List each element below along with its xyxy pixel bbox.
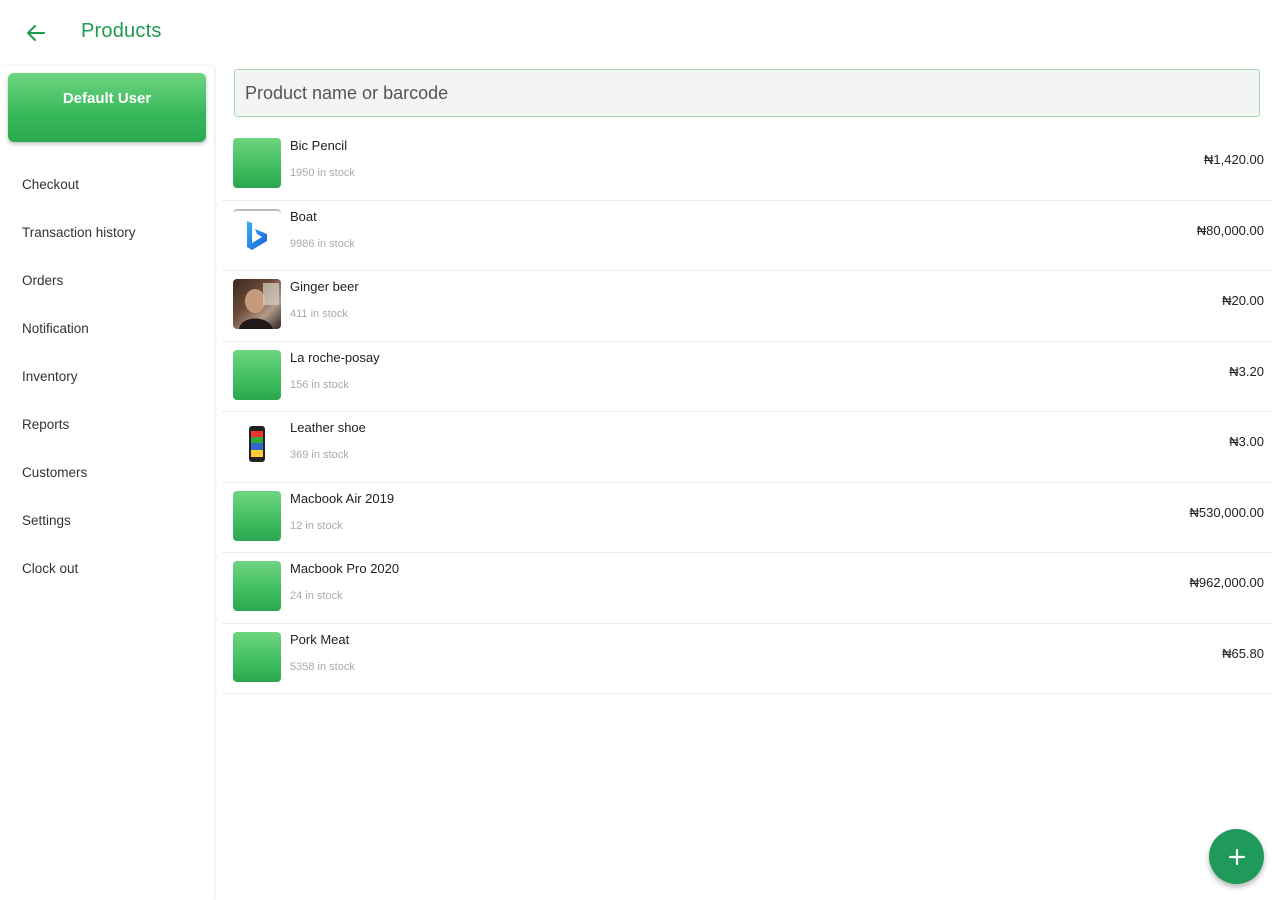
product-list: Bic Pencil 1950 in stock ₦1,420.00 Boat …: [222, 130, 1272, 694]
product-thumbnail: [233, 279, 281, 329]
product-thumbnail: [233, 631, 281, 682]
product-name: Ginger beer: [290, 279, 359, 294]
product-price: ₦65.80: [1222, 645, 1264, 661]
product-stock: 24 in stock: [290, 590, 343, 602]
product-row[interactable]: Bic Pencil 1950 in stock ₦1,420.00: [222, 130, 1272, 201]
sidebar-item-transaction-history[interactable]: Transaction history: [0, 208, 214, 256]
product-price: ₦962,000.00: [1189, 575, 1264, 590]
main-content: Bic Pencil 1950 in stock ₦1,420.00: [214, 66, 1280, 900]
back-button[interactable]: [20, 18, 52, 48]
product-stock: 369 in stock: [290, 449, 349, 461]
sidebar-item-orders[interactable]: Orders: [0, 256, 214, 304]
page-title: Products: [81, 20, 162, 42]
product-name: La roche-posay: [290, 349, 380, 365]
top-bar: Products: [0, 0, 1280, 66]
product-row[interactable]: Boat 9986 in stock ₦80,000.00: [222, 201, 1272, 271]
product-stock: 9986 in stock: [290, 237, 355, 250]
product-price: ₦530,000.00: [1189, 504, 1264, 520]
product-thumbnail: [233, 208, 281, 259]
product-thumbnail: [233, 420, 281, 470]
person-photo-icon: [239, 283, 279, 329]
sidebar-item-reports[interactable]: Reports: [0, 400, 214, 448]
product-price: ₦20.00: [1222, 293, 1264, 308]
product-name: Macbook Air 2019: [290, 490, 395, 506]
app-root: Products Default User Checkout Transacti…: [0, 0, 1280, 900]
sidebar-item-settings[interactable]: Settings: [0, 496, 214, 544]
sidebar-item-checkout[interactable]: Checkout: [0, 160, 214, 208]
arrow-left-icon: [27, 25, 45, 41]
product-price: ₦80,000.00: [1196, 222, 1264, 238]
sidebar-item-clock-out[interactable]: Clock out: [0, 544, 214, 592]
plus-icon: [1228, 848, 1245, 865]
product-thumbnail: [233, 138, 281, 188]
product-row[interactable]: La roche-posay 156 in stock ₦3.20: [222, 342, 1272, 412]
product-name: Boat: [290, 208, 317, 224]
product-stock: 1950 in stock: [290, 167, 355, 179]
user-card[interactable]: Default User: [8, 73, 206, 142]
product-price: ₦1,420.00: [1204, 152, 1264, 167]
product-thumbnail: [233, 490, 281, 541]
product-name: Leather shoe: [290, 420, 366, 435]
product-row[interactable]: Pork Meat 5358 in stock ₦65.80: [222, 624, 1272, 694]
sidebar-nav: Checkout Transaction history Orders Noti…: [0, 160, 214, 592]
product-row[interactable]: Macbook Air 2019 12 in stock ₦530,000.00: [222, 483, 1272, 553]
product-price: ₦3.20: [1229, 363, 1264, 379]
sidebar: Default User Checkout Transaction histor…: [0, 66, 214, 900]
product-stock: 12 in stock: [290, 519, 343, 532]
sidebar-item-customers[interactable]: Customers: [0, 448, 214, 496]
phone-icon: [249, 426, 265, 462]
sidebar-item-inventory[interactable]: Inventory: [0, 352, 214, 400]
search-input[interactable]: [234, 69, 1260, 117]
product-name: Macbook Pro 2020: [290, 561, 400, 576]
add-product-button[interactable]: [1209, 829, 1264, 884]
product-name: Pork Meat: [290, 631, 350, 647]
product-stock: 5358 in stock: [290, 660, 355, 673]
product-thumbnail: [233, 561, 281, 611]
sidebar-item-notification[interactable]: Notification: [0, 304, 214, 352]
product-row[interactable]: Leather shoe 369 in stock ₦3.00: [222, 412, 1272, 483]
product-row[interactable]: Ginger beer 411 in stock ₦20.00: [222, 271, 1272, 342]
product-stock: 411 in stock: [290, 308, 348, 320]
product-price: ₦3.00: [1229, 434, 1264, 449]
product-row[interactable]: Macbook Pro 2020 24 in stock ₦962,000.00: [222, 553, 1272, 624]
product-name: Bic Pencil: [290, 138, 348, 153]
bing-logo-icon: [247, 220, 267, 250]
product-thumbnail: [233, 349, 281, 400]
product-stock: 156 in stock: [290, 378, 349, 391]
